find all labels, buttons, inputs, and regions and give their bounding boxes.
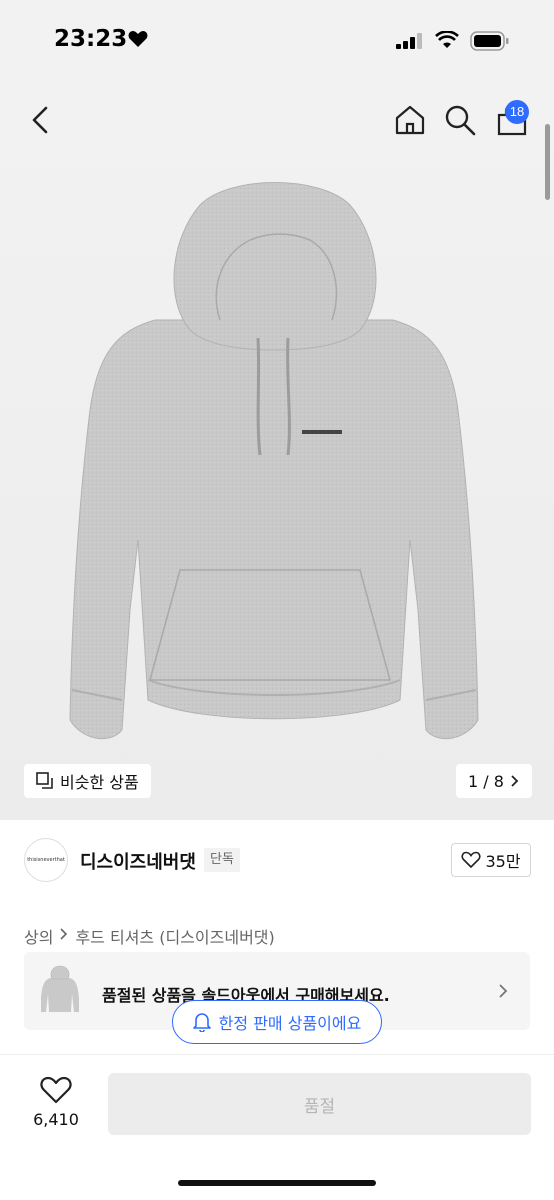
scrollbar[interactable] bbox=[545, 124, 550, 200]
home-icon[interactable] bbox=[394, 104, 426, 136]
signal-icon bbox=[396, 33, 422, 49]
home-indicator[interactable] bbox=[178, 1180, 376, 1186]
similar-products-button[interactable]: 비슷한 상품 bbox=[24, 764, 151, 798]
favorite-count: 6,410 bbox=[33, 1110, 79, 1129]
wifi-icon bbox=[435, 31, 459, 48]
brand-like-button[interactable]: 35만 bbox=[451, 843, 531, 877]
search-icon[interactable] bbox=[444, 104, 476, 136]
status-time: 23:23 bbox=[54, 26, 128, 52]
banner-thumbnail bbox=[41, 965, 79, 1012]
limited-sale-pill[interactable]: 한정 판매 상품이에요 bbox=[172, 1000, 382, 1044]
divider bbox=[0, 1054, 554, 1055]
chevron-right-icon bbox=[60, 928, 68, 940]
favorite-heart-icon[interactable] bbox=[40, 1076, 72, 1104]
product-image bbox=[69, 182, 479, 740]
similar-icon bbox=[36, 772, 53, 789]
heart-status-icon bbox=[128, 31, 148, 47]
similar-products-label: 비슷한 상품 bbox=[60, 773, 139, 792]
exclusive-badge: 단독 bbox=[204, 848, 240, 872]
cart-count-badge: 18 bbox=[505, 100, 529, 124]
brand-logo[interactable]: thisisneverthat bbox=[24, 838, 68, 882]
brand-name[interactable]: 디스이즈네버댓 bbox=[80, 848, 196, 874]
brand-like-count: 35만 bbox=[485, 852, 521, 871]
breadcrumb-item-subcategory[interactable]: 후드 티셔츠 (디스이즈네버댓) bbox=[75, 924, 274, 948]
breadcrumb-item-category[interactable]: 상의 bbox=[24, 924, 53, 948]
limited-sale-label: 한정 판매 상품이에요 bbox=[218, 1014, 362, 1033]
chevron-right-icon bbox=[499, 984, 508, 998]
soldout-button[interactable]: 품절 bbox=[108, 1073, 531, 1135]
back-icon[interactable] bbox=[26, 102, 56, 138]
chevron-right-icon bbox=[511, 775, 519, 787]
heart-outline-icon bbox=[461, 851, 481, 869]
gallery-page-indicator[interactable]: 1 / 8 bbox=[456, 764, 532, 798]
battery-icon bbox=[470, 31, 509, 51]
brand-logo-text: thisisneverthat bbox=[27, 857, 65, 863]
page-indicator-label: 1 / 8 bbox=[468, 771, 504, 791]
breadcrumb: 상의 후드 티셔츠 (디스이즈네버댓) bbox=[24, 924, 275, 948]
bell-icon bbox=[192, 1013, 211, 1032]
